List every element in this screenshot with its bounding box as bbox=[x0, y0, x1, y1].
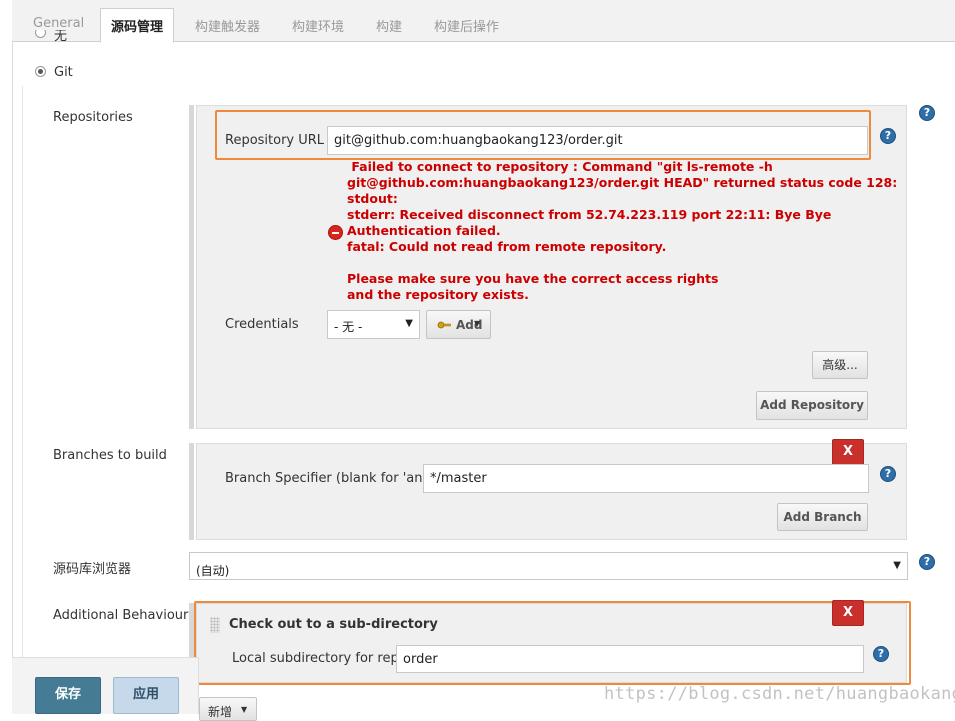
help-icon-local-subdirectory[interactable]: ? bbox=[873, 646, 889, 662]
error-icon bbox=[328, 225, 343, 240]
error-line: and the repository exists. bbox=[347, 287, 529, 302]
watermark: https://blog.csdn.net/huangbaokang bbox=[604, 684, 955, 704]
repository-url-input[interactable]: git@github.com:huangbaokang123/order.git bbox=[327, 126, 868, 155]
scm-none-label: 无 bbox=[54, 30, 68, 42]
error-line: git@github.com:huangbaokang123/order.git… bbox=[347, 175, 898, 190]
repository-url-label: Repository URL bbox=[225, 133, 325, 148]
add-repository-button[interactable]: Add Repository bbox=[756, 391, 868, 420]
tab-post-build[interactable]: 构建后操作 bbox=[434, 16, 499, 35]
error-message: Failed to connect to repository : Comman… bbox=[347, 159, 897, 303]
error-line: stdout: bbox=[347, 191, 398, 206]
error-line: Please make sure you have the correct ac… bbox=[347, 271, 719, 286]
credentials-value: - 无 - bbox=[334, 320, 363, 334]
error-line: fatal: Could not read from remote reposi… bbox=[347, 239, 667, 254]
chevron-down-icon: ▼ bbox=[405, 318, 413, 329]
branches-label: Branches to build bbox=[53, 448, 167, 463]
apply-button[interactable]: 应用 bbox=[113, 677, 179, 714]
error-line: stderr: Received disconnect from 52.74.2… bbox=[347, 207, 832, 222]
section-separator bbox=[22, 86, 23, 714]
repository-browser-value: (自动) bbox=[196, 564, 230, 578]
key-icon bbox=[437, 321, 451, 329]
help-icon-repositories[interactable]: ? bbox=[919, 105, 935, 121]
additional-behaviours-label: Additional Behaviours bbox=[53, 608, 196, 623]
tab-build-triggers[interactable]: 构建触发器 bbox=[195, 16, 260, 35]
tab-build[interactable]: 构建 bbox=[376, 16, 402, 35]
add-behaviour-label: 新增 bbox=[208, 705, 233, 719]
local-subdirectory-label: Local subdirectory for repo bbox=[232, 651, 407, 666]
help-icon-repository-browser[interactable]: ? bbox=[919, 554, 935, 570]
branch-specifier-label: Branch Specifier (blank for 'any') bbox=[225, 471, 439, 486]
scm-option-none[interactable]: 无 bbox=[35, 30, 115, 42]
branches-bar bbox=[189, 443, 194, 540]
tab-general[interactable]: General bbox=[33, 16, 84, 31]
chevron-down-icon: ▼ bbox=[474, 319, 481, 328]
behaviour-title: Check out to a sub-directory bbox=[229, 617, 438, 632]
credentials-label: Credentials bbox=[225, 317, 299, 332]
scm-git-label: Git bbox=[54, 65, 73, 80]
error-line: Failed to connect to repository : Comman… bbox=[347, 159, 773, 174]
tab-bar: General 源码管理 构建触发器 构建环境 构建 构建后操作 bbox=[12, 0, 955, 43]
chevron-down-icon: ▼ bbox=[893, 560, 901, 571]
tab-build-environment[interactable]: 构建环境 bbox=[292, 16, 344, 35]
radio-none[interactable] bbox=[35, 30, 46, 38]
add-credentials-button[interactable]: Add ▼ bbox=[426, 310, 491, 339]
delete-branch-button[interactable]: X bbox=[832, 439, 864, 465]
add-behaviour-button[interactable]: 新增 ▼ bbox=[199, 697, 257, 721]
advanced-button[interactable]: 高级... bbox=[812, 351, 868, 379]
error-line bbox=[347, 255, 897, 271]
help-icon-repository-url[interactable]: ? bbox=[880, 128, 896, 144]
add-branch-button[interactable]: Add Branch bbox=[777, 503, 868, 531]
radio-git[interactable] bbox=[35, 66, 46, 77]
repositories-label: Repositories bbox=[53, 110, 133, 125]
drag-handle-icon[interactable] bbox=[210, 617, 220, 633]
local-subdirectory-input[interactable]: order bbox=[396, 645, 864, 673]
repositories-bar bbox=[189, 105, 194, 429]
delete-behaviour-button[interactable]: X bbox=[832, 600, 864, 626]
save-button[interactable]: 保存 bbox=[35, 677, 101, 714]
page-border bbox=[12, 42, 13, 714]
chevron-down-icon: ▼ bbox=[241, 705, 248, 714]
branch-specifier-input[interactable]: */master bbox=[423, 464, 869, 493]
error-line: Authentication failed. bbox=[347, 223, 501, 238]
repository-browser-label: 源码库浏览器 bbox=[53, 562, 132, 577]
credentials-select[interactable]: - 无 - ▼ bbox=[327, 310, 420, 339]
repository-browser-select[interactable]: (自动) ▼ bbox=[189, 552, 908, 580]
help-icon-branch-specifier[interactable]: ? bbox=[880, 466, 896, 482]
